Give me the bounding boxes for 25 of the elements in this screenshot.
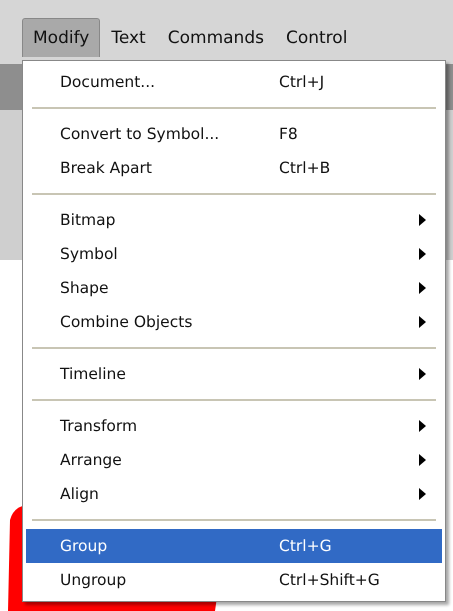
menu-item[interactable]: Break Apart Ctrl+B [26,151,442,185]
menu-item[interactable]: Ungroup Ctrl+Shift+G [26,563,442,597]
menu-bar-item[interactable]: Commands [156,18,275,57]
menu-item[interactable]: Combine Objects [26,305,442,339]
menu-bar-item[interactable]: Control [274,18,358,57]
menu-bar-item[interactable]: Text [100,18,157,57]
submenu-arrow-icon [419,420,426,432]
menu-item[interactable]: Group Ctrl+G [26,529,442,563]
submenu-arrow-icon [419,488,426,500]
menu-item[interactable]: Symbol [26,237,442,271]
submenu-arrow-icon [419,316,426,328]
menu-item[interactable]: Convert to Symbol... F8 [26,117,442,151]
submenu-arrow-icon [419,282,426,294]
menu-bar-item[interactable]: Modify [22,18,100,57]
menu-item[interactable]: Transform [26,409,442,443]
menu-item[interactable]: Bitmap [26,203,442,237]
menu-item[interactable]: Timeline [26,357,442,391]
menu-item[interactable]: Shape [26,271,442,305]
submenu-arrow-icon [419,454,426,466]
menu-item[interactable]: Arrange [26,443,442,477]
submenu-arrow-icon [419,248,426,260]
menu-item[interactable]: Document... Ctrl+J [26,65,442,99]
submenu-arrow-icon [419,368,426,380]
menu-item[interactable]: Align [26,477,442,511]
submenu-arrow-icon [419,214,426,226]
